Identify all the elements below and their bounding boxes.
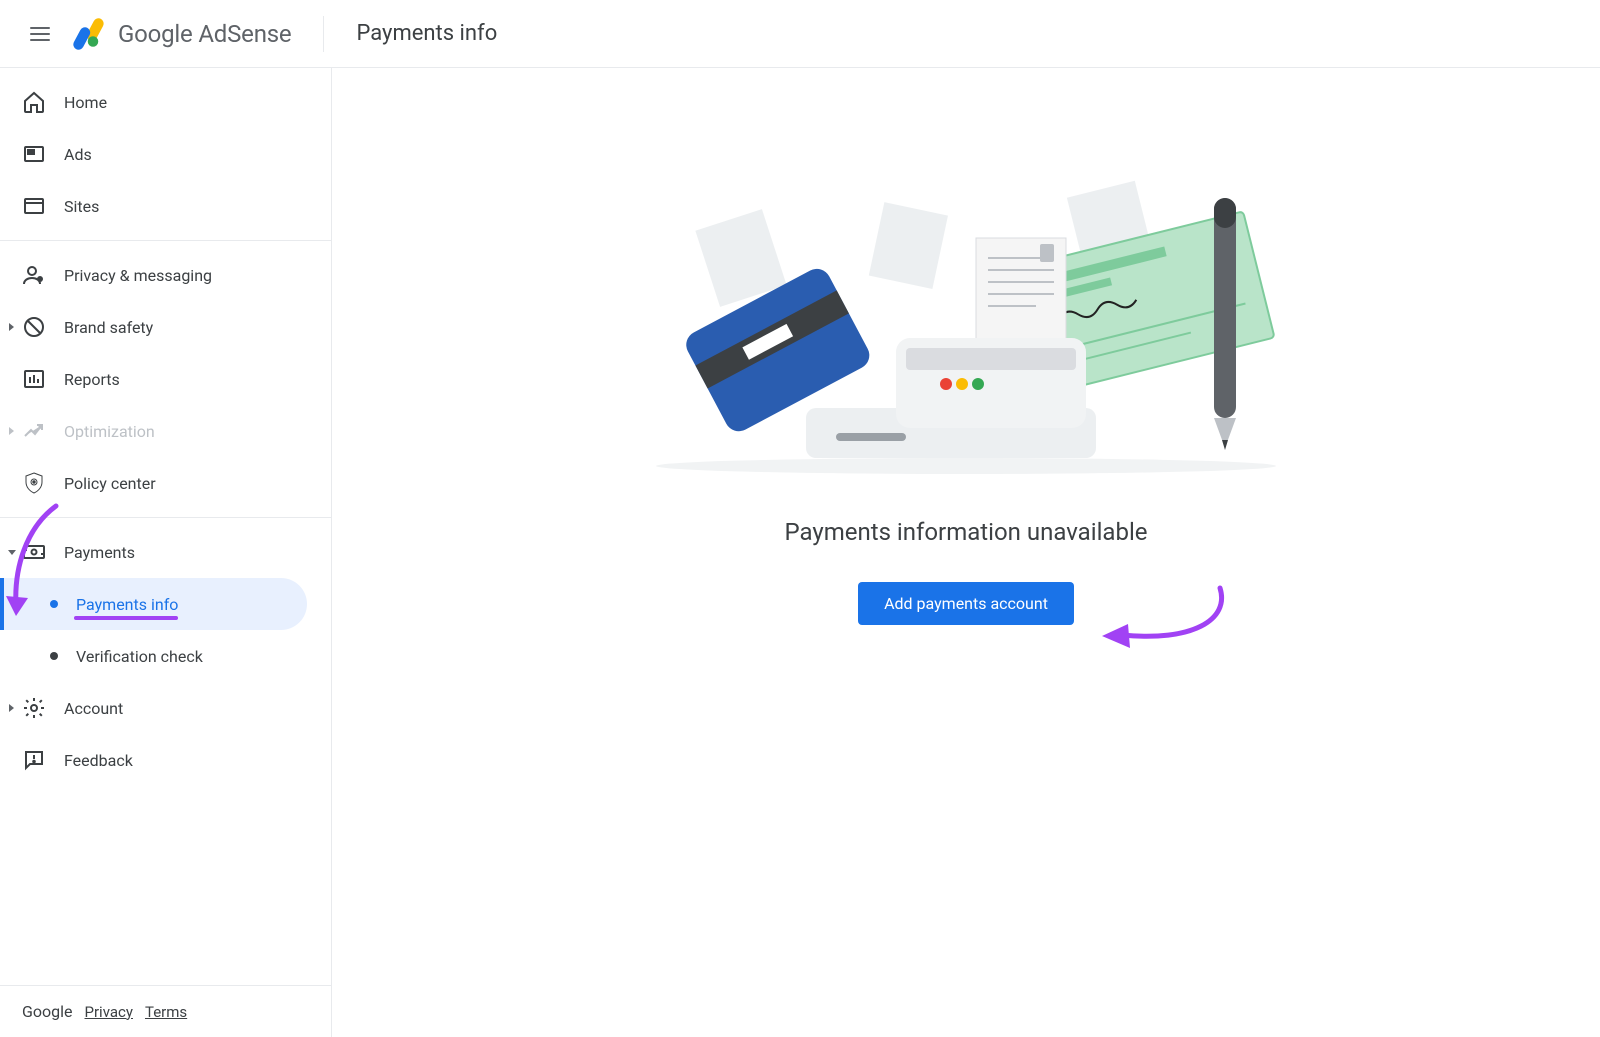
- hamburger-icon: [28, 22, 52, 46]
- sidebar-subitem-label: Payments info: [76, 595, 178, 614]
- sidebar-subitem-label: Verification check: [76, 647, 203, 666]
- sidebar-item-label: Optimization: [64, 422, 155, 441]
- sidebar-subitem-payments-info[interactable]: Payments info: [0, 578, 307, 630]
- sidebar-item-label: Privacy & messaging: [64, 266, 212, 285]
- product-name: Google AdSense: [118, 20, 291, 48]
- sidebar-item-label: Sites: [64, 197, 99, 216]
- expand-icon: [6, 702, 18, 714]
- bullet-icon: [50, 652, 58, 660]
- footer-terms-link[interactable]: Terms: [145, 1003, 187, 1021]
- sidebar-item-home[interactable]: Home: [0, 76, 331, 128]
- sidebar-item-optimization[interactable]: Optimization: [0, 405, 331, 457]
- sidebar-item-label: Brand safety: [64, 318, 153, 337]
- annotation-underline: [74, 616, 178, 620]
- payments-illustration: [646, 178, 1286, 478]
- sidebar-item-label: Home: [64, 93, 107, 112]
- privacy-icon: [22, 263, 46, 287]
- sidebar-item-label: Account: [64, 699, 123, 718]
- sidebar-item-label: Feedback: [64, 751, 133, 770]
- sidebar-item-reports[interactable]: Reports: [0, 353, 331, 405]
- home-icon: [22, 90, 46, 114]
- product-logo[interactable]: Google AdSense: [72, 16, 291, 52]
- app-header: Google AdSense Payments info: [0, 0, 1600, 68]
- expand-icon: [6, 425, 18, 437]
- expand-icon: [6, 546, 18, 558]
- sidebar: Home Ads Sites Privacy & messa: [0, 68, 332, 1037]
- menu-button[interactable]: [16, 10, 64, 58]
- sidebar-item-policy[interactable]: Policy center: [0, 457, 331, 509]
- block-icon: [22, 315, 46, 339]
- reports-icon: [22, 367, 46, 391]
- payments-icon: [22, 540, 46, 564]
- expand-icon: [6, 321, 18, 333]
- footer-privacy-link[interactable]: Privacy: [85, 1003, 133, 1021]
- sidebar-item-brand-safety[interactable]: Brand safety: [0, 301, 331, 353]
- ads-icon: [22, 142, 46, 166]
- sidebar-item-payments[interactable]: Payments: [0, 526, 331, 578]
- sidebar-footer: Google Privacy Terms: [0, 985, 331, 1037]
- sidebar-item-sites[interactable]: Sites: [0, 180, 331, 232]
- add-payments-account-button[interactable]: Add payments account: [858, 582, 1074, 625]
- annotation-arrow-cta: [1092, 580, 1232, 660]
- main-content: Payments information unavailable Add pay…: [332, 68, 1600, 1037]
- sidebar-subitem-verification[interactable]: Verification check: [0, 630, 307, 682]
- sidebar-item-label: Policy center: [64, 474, 156, 493]
- adsense-logo-icon: [72, 16, 108, 52]
- sidebar-item-label: Reports: [64, 370, 120, 389]
- sidebar-item-feedback[interactable]: Feedback: [0, 734, 331, 786]
- sidebar-item-account[interactable]: Account: [0, 682, 331, 734]
- trend-icon: [22, 419, 46, 443]
- footer-brand: Google: [22, 1002, 73, 1021]
- sidebar-item-privacy[interactable]: Privacy & messaging: [0, 249, 331, 301]
- sidebar-item-label: Ads: [64, 145, 92, 164]
- sidebar-item-label: Payments: [64, 543, 135, 562]
- gear-icon: [22, 696, 46, 720]
- header-divider: [323, 16, 324, 52]
- feedback-icon: [22, 748, 46, 772]
- sites-icon: [22, 194, 46, 218]
- bullet-icon: [50, 600, 58, 608]
- page-title: Payments info: [356, 21, 497, 46]
- sidebar-item-ads[interactable]: Ads: [0, 128, 331, 180]
- empty-state-heading: Payments information unavailable: [784, 518, 1147, 546]
- shield-icon: [22, 471, 46, 495]
